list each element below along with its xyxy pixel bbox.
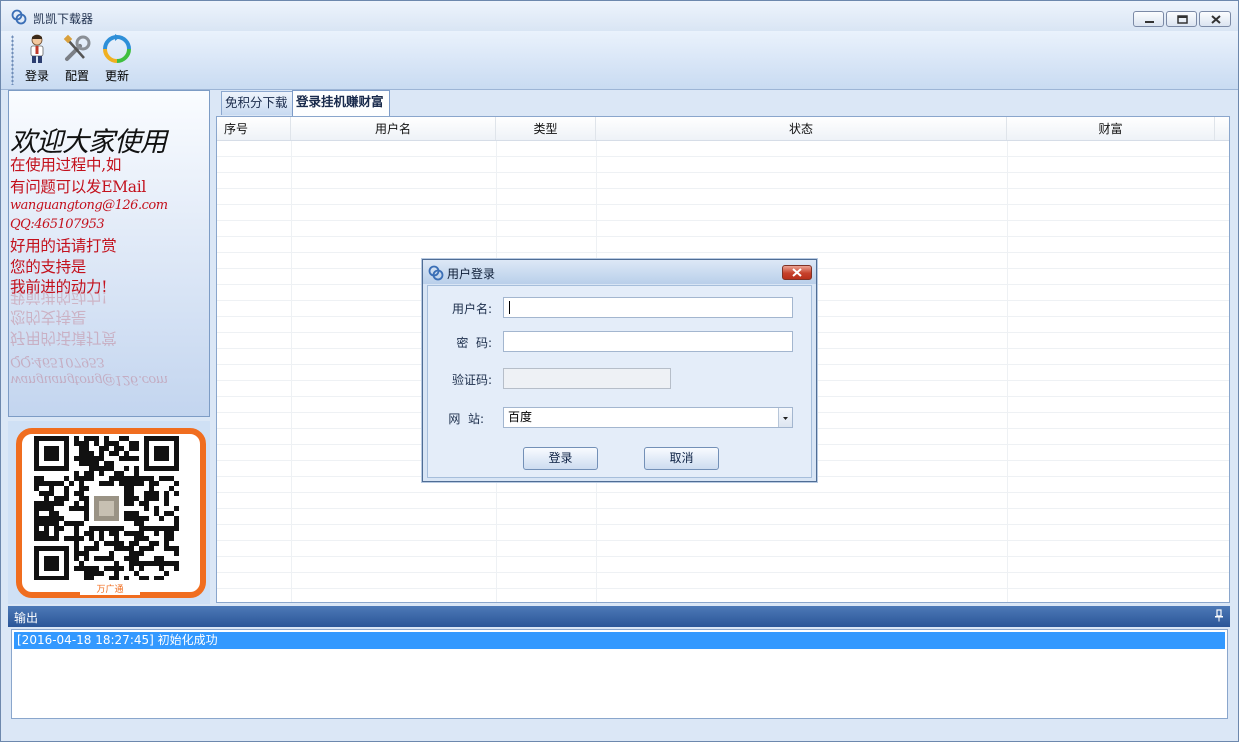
grid-divider xyxy=(1007,141,1008,602)
dialog-close-button[interactable] xyxy=(782,265,812,280)
app-icon xyxy=(428,265,444,281)
toolbar: 登录 配置 更新 xyxy=(1,31,1238,90)
reflection-line: 我前进的动力! xyxy=(10,288,108,306)
qr-code-image xyxy=(34,436,179,581)
login-button[interactable]: 登录 xyxy=(17,34,57,86)
user-icon xyxy=(30,34,44,63)
window-title: 凯凯下载器 xyxy=(33,12,94,26)
minimize-icon xyxy=(1145,21,1154,23)
captcha-label: 验证码: xyxy=(451,373,492,387)
welcome-line: 好用的话请打赏 xyxy=(10,237,117,255)
dropdown-arrow-button[interactable] xyxy=(778,408,792,427)
welcome-qq: QQ:465107953 xyxy=(10,217,105,232)
reflection-line: QQ:465107953 xyxy=(10,354,105,369)
password-input[interactable] xyxy=(503,331,793,352)
reflection-line: 好用的话请打赏 xyxy=(10,329,117,347)
welcome-line: 有问题可以发EMail xyxy=(10,178,147,196)
close-icon xyxy=(792,268,802,277)
column-header-wealth[interactable]: 财富 xyxy=(1007,117,1215,140)
dialog-title: 用户登录 xyxy=(447,267,496,281)
welcome-line: 在使用过程中,如 xyxy=(10,156,122,174)
close-icon xyxy=(1211,15,1221,24)
password-label: 密 码: xyxy=(456,336,492,350)
username-label: 用户名: xyxy=(451,302,492,316)
pin-icon[interactable] xyxy=(1214,609,1224,622)
title-bar[interactable]: 凯凯下载器 xyxy=(1,1,1238,31)
maximize-button[interactable] xyxy=(1166,11,1197,27)
config-label: 配置 xyxy=(64,69,89,83)
column-header-index[interactable]: 序号 xyxy=(217,117,291,140)
refresh-icon xyxy=(103,34,131,63)
log-entry[interactable]: [2016-04-18 18:27:45] 初始化成功 xyxy=(14,632,1225,649)
config-button[interactable]: 配置 xyxy=(57,34,97,86)
wrench-screwdriver-icon xyxy=(63,34,91,61)
site-label: 网 站: xyxy=(448,412,484,426)
username-input[interactable] xyxy=(503,297,793,318)
output-panel: 输出 [2016-04-18 18:27:45] 初始化成功 xyxy=(8,606,1230,720)
tab-strip: 免积分下载 登录挂机赚财富 xyxy=(215,90,1230,116)
dialog-title-bar[interactable]: 用户登录 xyxy=(423,260,816,284)
output-title: 输出 xyxy=(14,611,39,625)
site-select[interactable]: 百度 xyxy=(503,407,793,428)
tab-login-earn[interactable]: 登录挂机赚财富 xyxy=(292,90,390,116)
maximize-icon xyxy=(1177,15,1188,24)
output-header: 输出 xyxy=(8,606,1230,627)
welcome-line: 您的支持是 xyxy=(10,258,87,276)
grid-divider xyxy=(291,141,292,602)
tab-free-download[interactable]: 免积分下载 xyxy=(221,91,294,115)
reflection-line: wanguangtong@126.com xyxy=(10,372,168,387)
update-button[interactable]: 更新 xyxy=(97,34,137,86)
column-header-status[interactable]: 状态 xyxy=(596,117,1007,140)
grid-header: 序号 用户名 类型 状态 财富 xyxy=(217,117,1229,141)
login-dialog: 用户登录 用户名: 密 码: 验证码: 网 站: 百度 登录 取消 xyxy=(422,259,817,482)
cancel-button[interactable]: 取消 xyxy=(644,447,719,470)
site-selected-value: 百度 xyxy=(508,410,533,424)
app-icon xyxy=(11,9,27,25)
column-header-username[interactable]: 用户名 xyxy=(291,117,496,140)
chevron-down-icon xyxy=(783,417,788,420)
close-button[interactable] xyxy=(1199,11,1231,27)
captcha-input[interactable] xyxy=(503,368,671,389)
text-caret xyxy=(509,301,510,314)
dialog-body: 用户名: 密 码: 验证码: 网 站: 百度 登录 取消 xyxy=(427,285,812,478)
reflection-line: 您的支持是 xyxy=(10,308,87,326)
qr-code-frame xyxy=(16,428,206,598)
welcome-panel: 欢迎大家使用 在使用过程中,如 有问题可以发EMail wanguangtong… xyxy=(8,90,210,417)
minimize-button[interactable] xyxy=(1133,11,1164,27)
welcome-reflection: 我前进的动力! 您的支持是 好用的话请打赏 QQ:465107953 wangu… xyxy=(9,288,209,401)
toolbar-grip[interactable] xyxy=(11,35,14,85)
update-label: 更新 xyxy=(104,69,129,83)
login-submit-button[interactable]: 登录 xyxy=(523,447,598,470)
qr-caption: 万广通 xyxy=(80,582,140,595)
welcome-email: wanguangtong@126.com xyxy=(10,198,168,213)
qr-panel: 万广通 xyxy=(8,421,210,604)
output-log[interactable]: [2016-04-18 18:27:45] 初始化成功 xyxy=(11,629,1228,719)
column-header-type[interactable]: 类型 xyxy=(496,117,596,140)
login-label: 登录 xyxy=(24,69,49,83)
